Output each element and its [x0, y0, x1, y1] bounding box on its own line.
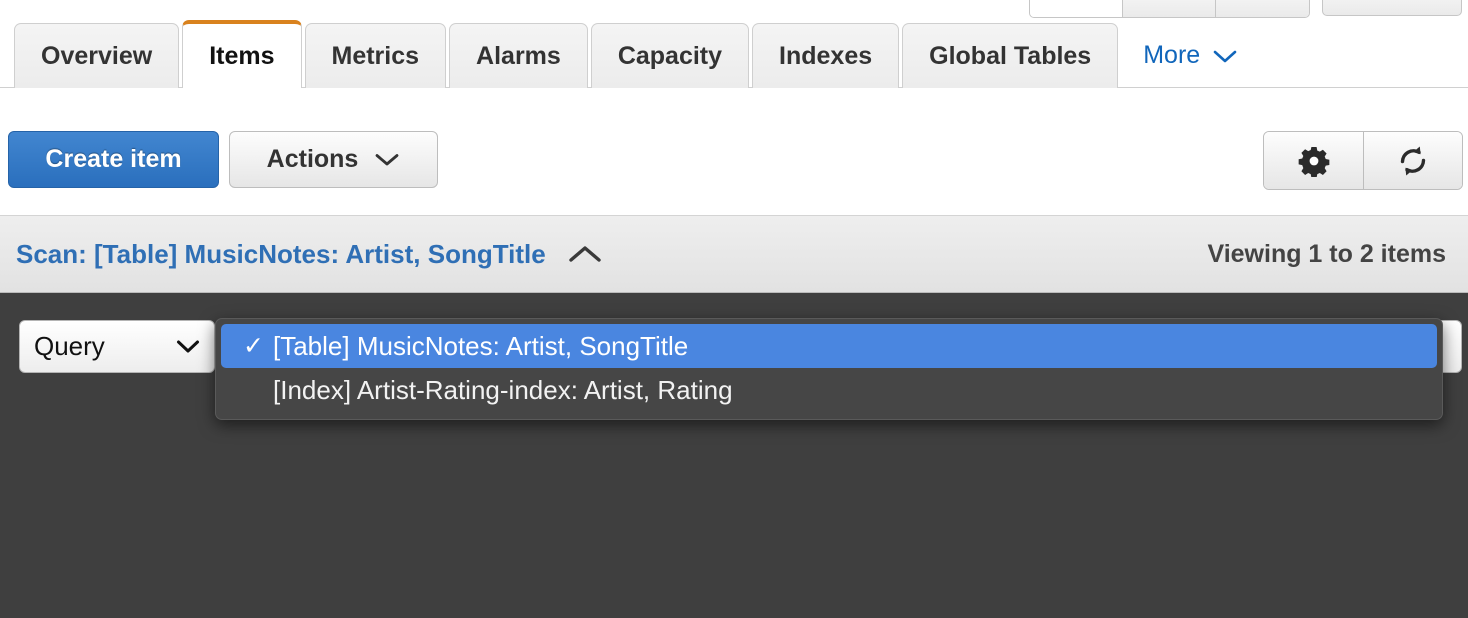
actions-dropdown-button[interactable]: Actions	[229, 131, 438, 188]
tab-label: Indexes	[779, 41, 873, 70]
scan-collapse-toggle[interactable]	[566, 242, 604, 266]
query-mode-select[interactable]: Query	[19, 320, 215, 373]
table-index-dropdown-menu: ✓ [Table] MusicNotes: Artist, SongTitle …	[215, 318, 1443, 420]
action-toolbar: Create item Actions	[0, 88, 1468, 215]
refresh-icon	[1400, 146, 1426, 175]
dynamodb-items-screen: Overview Items Metrics Alarms Capacity I…	[0, 0, 1468, 618]
dropdown-option-label: [Index] Artist-Rating-index: Artist, Rat…	[273, 374, 733, 405]
tab-overview[interactable]: Overview	[14, 23, 180, 88]
tab-more[interactable]: More	[1121, 23, 1256, 88]
chevron-down-icon	[375, 154, 399, 166]
tab-indexes[interactable]: Indexes	[752, 23, 900, 88]
actions-label: Actions	[266, 145, 359, 173]
tab-label: Overview	[41, 41, 153, 70]
tab-capacity[interactable]: Capacity	[590, 23, 750, 88]
tab-items[interactable]: Items	[182, 20, 302, 89]
create-item-label: Create item	[45, 145, 182, 173]
dropdown-option-label: [Table] MusicNotes: Artist, SongTitle	[273, 330, 689, 361]
tab-alarms[interactable]: Alarms	[449, 23, 588, 88]
check-icon: ✓	[243, 332, 264, 360]
more-label: More	[1143, 41, 1201, 69]
tab-label: Capacity	[617, 41, 723, 70]
chevron-down-icon	[1213, 50, 1237, 62]
scan-header-bar: Scan: [Table] MusicNotes: Artist, SongTi…	[0, 215, 1468, 293]
tab-global-tables[interactable]: Global Tables	[902, 23, 1119, 88]
dropdown-option-table[interactable]: ✓ [Table] MusicNotes: Artist, SongTitle	[221, 324, 1437, 368]
scan-title[interactable]: Scan: [Table] MusicNotes: Artist, SongTi…	[16, 239, 546, 270]
tab-bar: Overview Items Metrics Alarms Capacity I…	[0, 0, 1468, 89]
tab-metrics[interactable]: Metrics	[304, 23, 447, 88]
toolbar-icon-group	[1263, 131, 1463, 190]
query-mode-value: Query	[34, 331, 105, 361]
tab-label: Alarms	[476, 41, 561, 70]
chevron-down-icon	[177, 340, 199, 353]
tab-label: Global Tables	[929, 41, 1092, 70]
settings-button[interactable]	[1264, 132, 1363, 189]
dropdown-option-index[interactable]: [Index] Artist-Rating-index: Artist, Rat…	[221, 368, 1437, 412]
viewing-count: Viewing 1 to 2 items	[1207, 239, 1446, 268]
tab-label: Metrics	[331, 41, 420, 70]
chevron-up-icon	[568, 246, 601, 262]
refresh-button[interactable]	[1363, 132, 1462, 189]
gear-icon	[1298, 146, 1329, 177]
tab-label: Items	[209, 41, 275, 70]
create-item-button[interactable]: Create item	[8, 131, 219, 188]
